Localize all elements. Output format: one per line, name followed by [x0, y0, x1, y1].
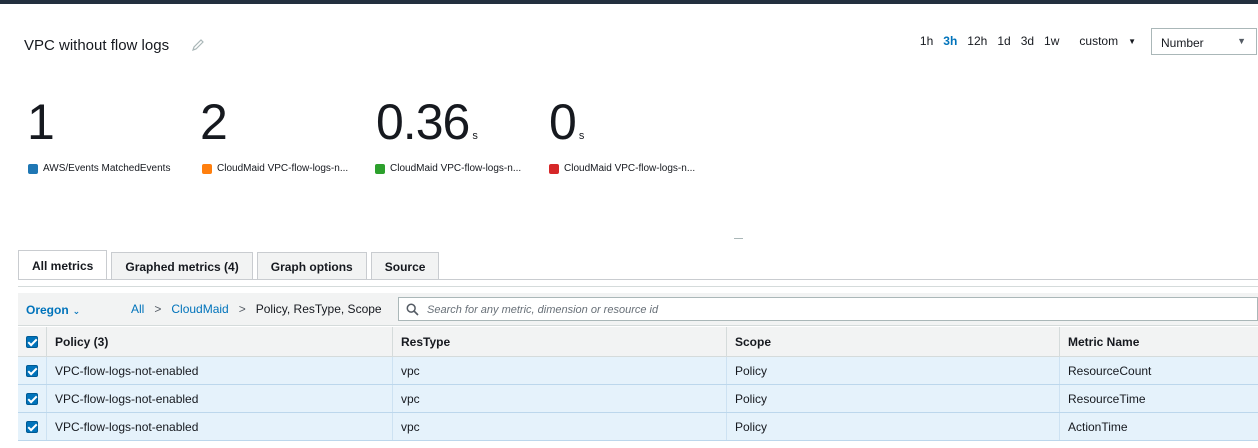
chevron-down-icon: ▼ — [1237, 36, 1246, 46]
tab-graph-options[interactable]: Graph options — [256, 252, 367, 280]
widget-title: VPC without flow logs — [24, 37, 170, 54]
range-custom-label: custom — [1079, 34, 1119, 48]
legend-item-3[interactable]: CloudMaid VPC-flow-logs-n... — [375, 163, 521, 174]
legend-label-3: CloudMaid VPC-flow-logs-n... — [390, 163, 522, 174]
legend-item-2[interactable]: CloudMaid VPC-flow-logs-n... — [202, 163, 348, 174]
top-border — [0, 0, 1258, 4]
chevron-down-icon: ⌄ — [72, 306, 81, 316]
metric-value-4-unit: s — [578, 130, 585, 142]
select-all-cell — [18, 327, 47, 357]
range-custom[interactable]: custom ▼ — [1069, 34, 1136, 48]
range-1h[interactable]: 1h — [920, 34, 933, 48]
cell-metric-name: ResourceTime — [1059, 384, 1258, 413]
row-checkbox[interactable] — [26, 421, 38, 434]
breadcrumb: All > CloudMaid > Policy, ResType, Scope — [131, 302, 382, 316]
metric-value-4-number: 0 — [549, 94, 577, 150]
tab-all-metrics[interactable]: All metrics — [18, 250, 108, 280]
breadcrumb-separator-icon: > — [154, 302, 162, 316]
select-all-checkbox[interactable] — [26, 336, 38, 349]
cell-restype: vpc — [392, 356, 727, 385]
legend-swatch-2 — [202, 163, 212, 174]
range-1d[interactable]: 1d — [997, 34, 1010, 48]
tab-source[interactable]: Source — [370, 252, 440, 280]
cell-restype: vpc — [392, 384, 727, 413]
table-row[interactable]: VPC-flow-logs-not-enabled vpc Policy Res… — [18, 356, 1258, 385]
cell-policy: VPC-flow-logs-not-enabled — [46, 412, 393, 441]
legend-label-1: AWS/Events MatchedEvents — [43, 163, 171, 174]
panel-divider — [18, 286, 1258, 287]
legend-swatch-3 — [375, 163, 385, 174]
legend-swatch-1 — [28, 163, 38, 174]
region-label: Oregon — [26, 303, 69, 317]
col-header-restype[interactable]: ResType — [392, 327, 727, 357]
legend-item-4[interactable]: CloudMaid VPC-flow-logs-n... — [549, 163, 695, 174]
metrics-tabs: All metrics Graphed metrics (4) Graph op… — [18, 250, 443, 280]
metric-value-1: 1 — [27, 94, 55, 150]
legend-swatch-4 — [549, 163, 559, 174]
metric-search — [398, 297, 1258, 321]
cell-scope: Policy — [726, 384, 1060, 413]
cell-policy: VPC-flow-logs-not-enabled — [46, 356, 393, 385]
breadcrumb-cloudmaid[interactable]: CloudMaid — [171, 302, 228, 316]
metric-value-3-unit: s — [472, 130, 478, 142]
col-header-scope[interactable]: Scope — [726, 327, 1060, 357]
col-header-policy[interactable]: Policy (3) — [46, 327, 393, 357]
metric-value-2-number: 2 — [200, 94, 228, 150]
view-type-value: Number — [1161, 36, 1204, 50]
metric-value-4: 0s — [549, 97, 584, 161]
region-selector[interactable]: Oregon ⌄ — [26, 303, 80, 317]
time-range-bar: 1h 3h 12h 1d 3d 1w custom ▼ — [910, 34, 1136, 48]
cell-metric-name: ResourceCount — [1059, 356, 1258, 385]
metrics-table: Policy (3) ResType Scope Metric Name VPC… — [18, 327, 1258, 441]
breadcrumb-separator-icon: > — [238, 302, 246, 316]
view-type-select[interactable]: Number ▼ — [1151, 28, 1257, 55]
col-header-metric-name[interactable]: Metric Name — [1059, 327, 1258, 357]
pencil-icon[interactable] — [191, 38, 205, 52]
legend-item-1[interactable]: AWS/Events MatchedEvents — [28, 163, 170, 174]
cell-scope: Policy — [726, 356, 1060, 385]
search-input[interactable] — [425, 301, 1249, 319]
filter-bar: Oregon ⌄ All > CloudMaid > Policy, ResTyp… — [18, 293, 1258, 326]
range-1w[interactable]: 1w — [1044, 34, 1059, 48]
cell-scope: Policy — [726, 412, 1060, 441]
legend-label-2: CloudMaid VPC-flow-logs-n... — [217, 163, 349, 174]
row-checkbox-cell — [18, 384, 47, 413]
table-row[interactable]: VPC-flow-logs-not-enabled vpc Policy Act… — [18, 412, 1258, 441]
cell-restype: vpc — [392, 412, 727, 441]
cell-policy: VPC-flow-logs-not-enabled — [46, 384, 393, 413]
range-12h[interactable]: 12h — [967, 34, 987, 48]
caret-down-icon: ▼ — [1128, 37, 1136, 46]
breadcrumb-all[interactable]: All — [131, 302, 144, 316]
metric-value-3: 0.36 s — [376, 97, 478, 161]
legend-label-4: CloudMaid VPC-flow-logs-n... — [564, 163, 696, 174]
breadcrumb-current: Policy, ResType, Scope — [255, 302, 382, 316]
resize-handle[interactable] — [734, 238, 743, 239]
table-header-row: Policy (3) ResType Scope Metric Name — [18, 327, 1258, 357]
row-checkbox[interactable] — [26, 393, 38, 406]
metric-value-1-number: 1 — [27, 94, 55, 150]
range-3h[interactable]: 3h — [943, 34, 957, 48]
search-icon — [406, 303, 419, 316]
range-3d[interactable]: 3d — [1021, 34, 1034, 48]
metric-value-3-number: 0.36 — [376, 94, 470, 150]
table-row[interactable]: VPC-flow-logs-not-enabled vpc Policy Res… — [18, 384, 1258, 413]
row-checkbox-cell — [18, 412, 47, 441]
tab-graphed-metrics[interactable]: Graphed metrics (4) — [111, 252, 253, 280]
metric-value-2: 2 — [200, 94, 228, 150]
tab-divider — [18, 279, 1258, 280]
row-checkbox[interactable] — [26, 365, 38, 378]
row-checkbox-cell — [18, 356, 47, 385]
cell-metric-name: ActionTime — [1059, 412, 1258, 441]
